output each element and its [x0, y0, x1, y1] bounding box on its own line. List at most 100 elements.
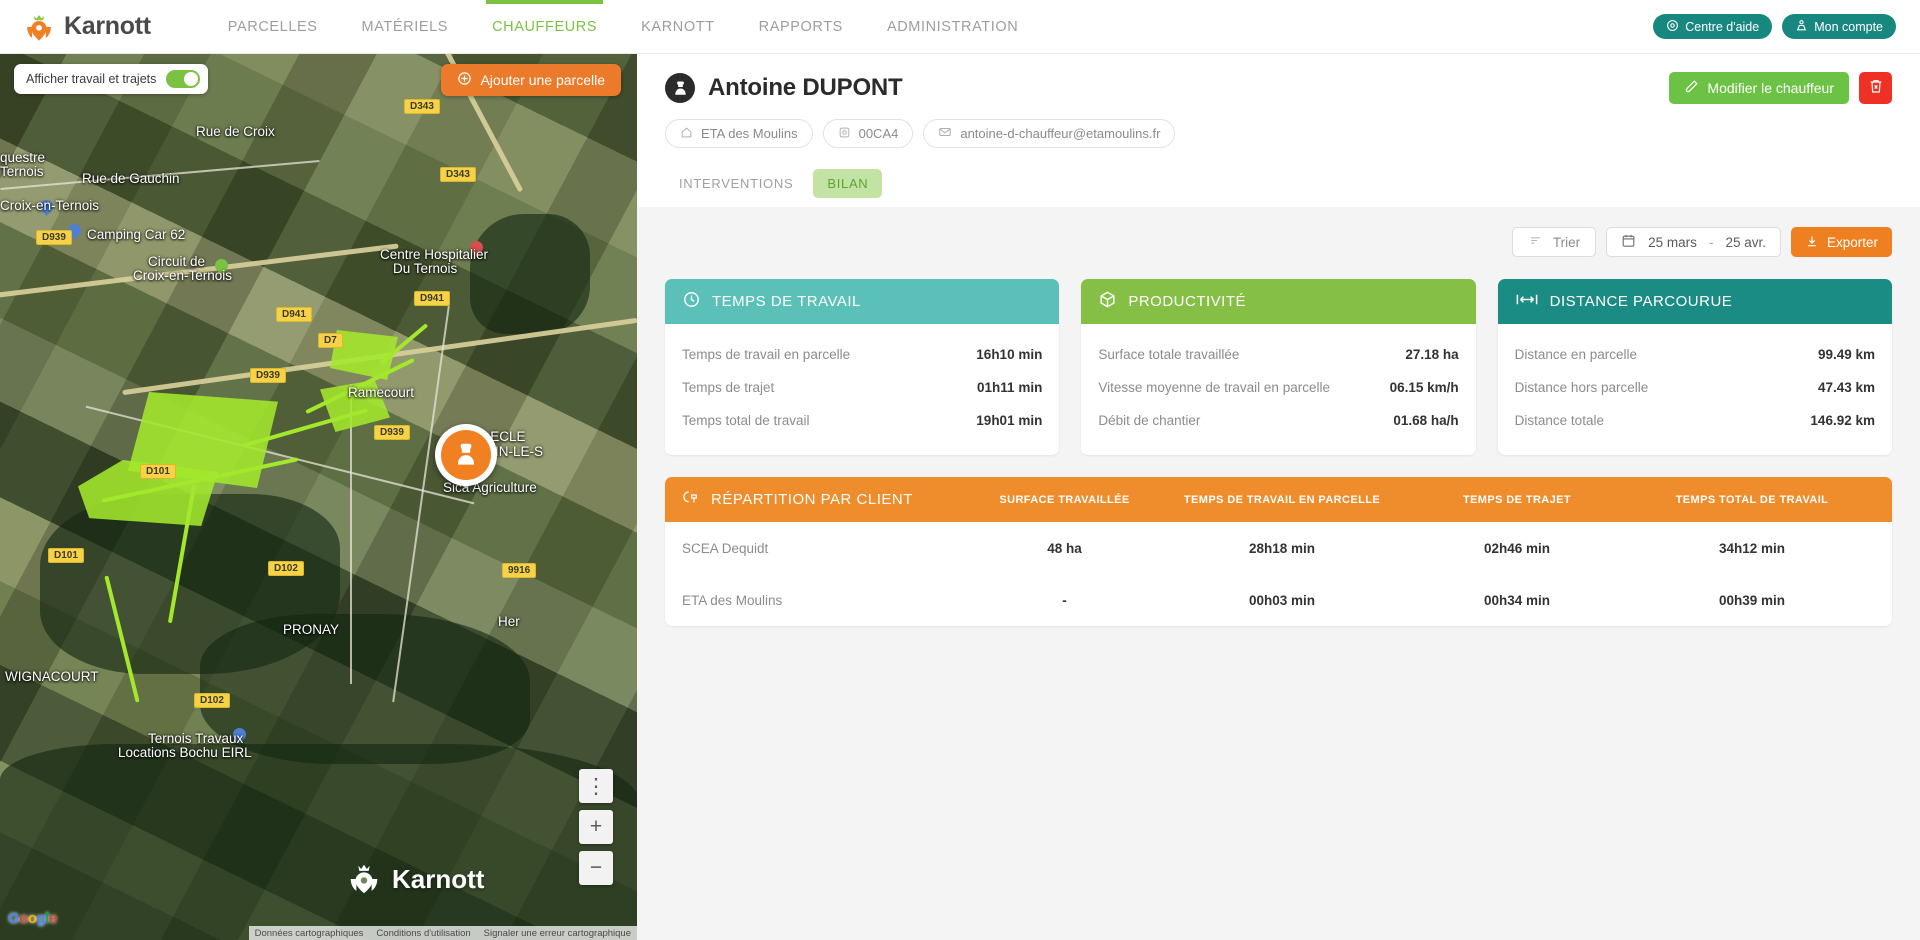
add-parcelle-button[interactable]: Ajouter une parcelle — [441, 64, 621, 96]
chip-device-label: 00CA4 — [858, 126, 899, 141]
map-place-label: Circuit de — [148, 254, 206, 269]
card-body: Distance en parcelle 99.49 km Distance h… — [1498, 324, 1892, 455]
cell-client-name: SCEA Dequidt — [682, 540, 769, 556]
nav-item-materiels[interactable]: MATÉRIELS — [340, 0, 471, 54]
cell-surface: - — [1062, 592, 1067, 608]
map-road-shield: D102 — [194, 693, 230, 708]
help-center-button[interactable]: Centre d'aide — [1653, 14, 1773, 39]
column-header-temps-parcelle: TEMPS DE TRAVAIL EN PARCELLE — [1183, 493, 1381, 506]
edit-driver-button[interactable]: Modifier le chauffeur — [1669, 72, 1849, 104]
stat-label: Distance hors parcelle — [1514, 380, 1649, 395]
map-options-button[interactable]: ⋮ — [579, 769, 613, 803]
map-place-label: Ramecourt — [348, 385, 415, 400]
column-header-temps-trajet: TEMPS DE TRAJET — [1462, 493, 1572, 506]
pencil-icon — [1684, 79, 1699, 97]
card-header: DISTANCE PARCOURUE — [1497, 279, 1892, 324]
cell-temps-parcelle: 00h03 min — [1248, 592, 1316, 608]
card-temps-de-travail: TEMPS DE TRAVAIL Temps de travail en par… — [665, 279, 1060, 455]
attribution-terms[interactable]: Conditions d'utilisation — [369, 927, 476, 939]
edit-driver-label: Modifier le chauffeur — [1707, 80, 1834, 96]
stat-value: 99.49 km — [1817, 347, 1875, 362]
distance-icon — [1515, 291, 1539, 312]
export-label: Exporter — [1826, 234, 1878, 250]
stat-row: Temps de trajet 01h11 min — [682, 371, 1042, 404]
map-place-label: Camping Car 62 — [87, 227, 186, 242]
map-road-shield: D939 — [374, 425, 410, 440]
date-range-picker[interactable]: 25 mars - 25 avr. — [1606, 227, 1781, 257]
avatar — [665, 73, 695, 103]
clock-icon — [682, 290, 701, 313]
table-row[interactable]: SCEA Dequidt 48 ha 28h18 min 02h46 min 3… — [665, 522, 1892, 574]
stat-label: Temps total de travail — [682, 413, 810, 428]
map-place-label: Centre Hospitalier — [380, 247, 489, 262]
tab-interventions[interactable]: INTERVENTIONS — [665, 169, 807, 198]
map-place-label: WIGNACOURT — [5, 669, 99, 684]
attribution-report[interactable]: Signaler une erreur cartographique — [476, 927, 637, 939]
cube-icon — [1098, 290, 1117, 313]
chip-company-label: ETA des Moulins — [701, 126, 798, 141]
map-road-shield: D101 — [48, 548, 84, 563]
driver-header-actions: Modifier le chauffeur — [1669, 72, 1892, 104]
detail-tabs: INTERVENTIONS BILAN — [665, 169, 1892, 207]
marker-driver-icon — [441, 430, 491, 480]
map-road-shield: D7 — [318, 333, 343, 348]
toggle-switch[interactable] — [166, 70, 201, 88]
map-place-label: Rue de Croix — [196, 124, 275, 139]
map-place-label: Locations Bochu EIRL — [118, 745, 252, 760]
card-title: TEMPS DE TRAVAIL — [712, 293, 861, 310]
summary-cards: TEMPS DE TRAVAIL Temps de travail en par… — [637, 257, 1920, 455]
map-zoom-in-button[interactable]: + — [579, 810, 613, 844]
toggle-label: Afficher travail et trajets — [26, 72, 157, 86]
map-place-label: Croix-en-Ternois — [0, 198, 100, 213]
map-place-label: Her — [498, 614, 520, 629]
attribution-data[interactable]: Données cartographiques — [249, 928, 370, 939]
nav-item-parcelles[interactable]: PARCELLES — [206, 0, 340, 54]
stat-row: Surface totale travaillée 27.18 ha — [1098, 338, 1458, 371]
chip-company: ETA des Moulins — [665, 119, 813, 148]
map-road-shield: D343 — [440, 167, 476, 182]
my-account-button[interactable]: Mon compte — [1782, 14, 1896, 39]
table-header-row: RÉPARTITION PAR CLIENT SURFACE TRAVAILLÉ… — [665, 477, 1892, 522]
nav-item-administration[interactable]: ADMINISTRATION — [865, 0, 1040, 54]
map-place-label: Ternois Travaux — [148, 731, 244, 746]
stat-row: Distance hors parcelle 47.43 km — [1515, 371, 1875, 404]
stat-value: 19h01 min — [976, 413, 1043, 428]
sort-icon — [1528, 234, 1543, 250]
column-header-temps-total: TEMPS TOTAL DE TRAVAIL — [1675, 493, 1829, 506]
date-end: 25 avr. — [1725, 234, 1766, 250]
tab-bilan[interactable]: BILAN — [813, 169, 883, 198]
chip-device: 00CA4 — [822, 119, 914, 148]
table-row[interactable]: ETA des Moulins - 00h03 min 00h34 min 00… — [665, 574, 1892, 626]
help-center-label: Centre d'aide — [1685, 19, 1760, 34]
map-panel[interactable]: questre Ternois Croix-en-Ternois Camping Ca… — [0, 54, 637, 940]
column-header-surface: SURFACE TRAVAILLÉE — [999, 493, 1130, 506]
calendar-icon — [1621, 233, 1636, 251]
nav-item-rapports[interactable]: RAPPORTS — [737, 0, 865, 54]
card-distance-parcourue: DISTANCE PARCOURUE Distance en parcelle … — [1497, 279, 1892, 455]
cell-client-name: ETA des Moulins — [682, 592, 783, 608]
map-road-shield: D941 — [276, 307, 312, 322]
export-button[interactable]: Exporter — [1790, 227, 1892, 257]
karnott-logo-icon — [22, 10, 56, 44]
delete-driver-button[interactable] — [1859, 72, 1892, 104]
stat-value: 06.15 km/h — [1389, 380, 1459, 395]
brand-logo-link[interactable]: Karnott — [22, 10, 151, 44]
nav-item-karnott[interactable]: KARNOTT — [619, 0, 736, 54]
home-icon — [680, 126, 693, 142]
card-productivite: PRODUCTIVITÉ Surface totale travaillée 2… — [1081, 279, 1476, 455]
map-road-shield: D102 — [268, 561, 304, 576]
stat-label: Temps de trajet — [682, 380, 775, 395]
table-title: RÉPARTITION PAR CLIENT — [711, 491, 913, 508]
client-breakdown-table: RÉPARTITION PAR CLIENT SURFACE TRAVAILLÉ… — [665, 477, 1892, 626]
map-place-label: Rue de Gauchin — [82, 171, 180, 186]
stat-row: Vitesse moyenne de travail en parcelle 0… — [1098, 371, 1458, 404]
map-place-label: Du Ternois — [393, 261, 458, 276]
show-work-and-trips-toggle[interactable]: Afficher travail et trajets — [14, 64, 209, 94]
driver-info-chips: ETA des Moulins 00CA4 antoine-d-chauffeu… — [665, 119, 1892, 148]
sort-button[interactable]: Trier — [1511, 227, 1597, 257]
map-driver-marker[interactable] — [435, 424, 497, 489]
nav-item-chauffeurs[interactable]: CHAUFFEURS — [470, 0, 619, 54]
card-body: Temps de travail en parcelle 16h10 min T… — [665, 324, 1059, 455]
map-woodland — [200, 614, 530, 764]
map-zoom-out-button[interactable]: − — [579, 851, 613, 885]
